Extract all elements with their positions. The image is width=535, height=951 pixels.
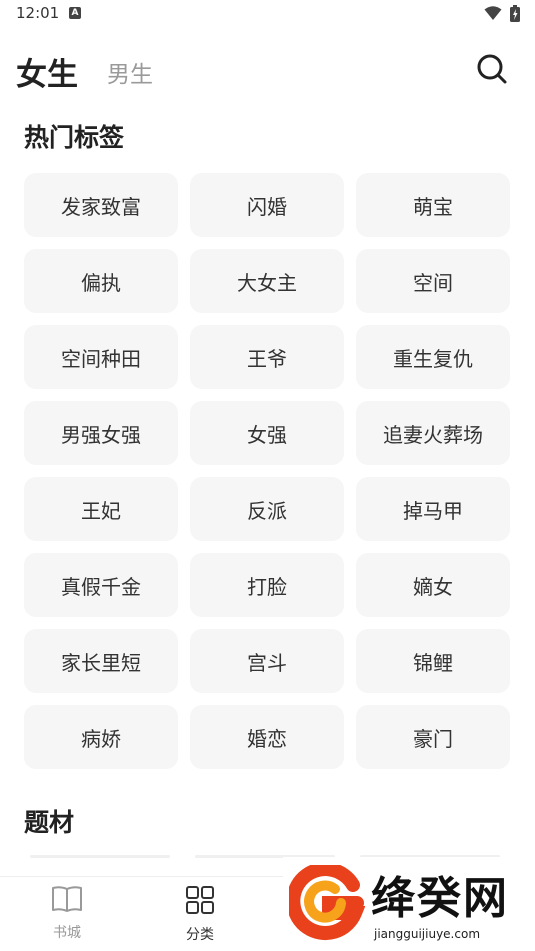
tag-item[interactable]: 重生复仇: [356, 325, 510, 389]
tag-item[interactable]: 宫斗: [190, 629, 344, 693]
tag-grid: 发家致富 闪婚 萌宝 偏执 大女主 空间 空间种田 王爷 重生复仇 男强女强 女…: [24, 173, 510, 769]
wifi-icon: [484, 6, 502, 20]
tag-item[interactable]: 打脸: [190, 553, 344, 617]
tag-item[interactable]: 大女主: [190, 249, 344, 313]
tag-item[interactable]: 掉马甲: [356, 477, 510, 541]
nav-label-bookstore: 书城: [53, 925, 81, 941]
tag-item[interactable]: 锦鲤: [356, 629, 510, 693]
nav-item-bookstore[interactable]: 书城: [27, 885, 107, 942]
section-title-topics: 题材: [24, 808, 75, 837]
tag-item[interactable]: 女强: [190, 401, 344, 465]
search-icon[interactable]: [476, 53, 508, 85]
status-bar: 12:01 A: [0, 0, 535, 28]
tag-item[interactable]: 闪婚: [190, 173, 344, 237]
battery-icon: [510, 5, 520, 22]
tag-item[interactable]: 发家致富: [24, 173, 178, 237]
tag-item[interactable]: 男强女强: [24, 401, 178, 465]
grid-icon: [186, 886, 214, 914]
nav-item-category[interactable]: 分类: [160, 885, 240, 944]
a-icon: A: [69, 7, 81, 19]
tag-item[interactable]: 王爷: [190, 325, 344, 389]
header: 女生 男生: [0, 44, 535, 96]
tab-female[interactable]: 女生: [16, 49, 78, 94]
book-icon: [52, 886, 82, 912]
tag-item[interactable]: 婚恋: [190, 705, 344, 769]
watermark-text: 绛癸网: [371, 873, 509, 924]
watermark: 绛癸网 jiangguijiuye.com: [283, 857, 535, 951]
tag-item[interactable]: 病娇: [24, 705, 178, 769]
tag-item[interactable]: 嫡女: [356, 553, 510, 617]
tag-item[interactable]: 王妃: [24, 477, 178, 541]
section-title-hot-tags: 热门标签: [24, 123, 125, 152]
tab-male[interactable]: 男生: [107, 55, 153, 89]
watermark-url: jiangguijiuye.com: [374, 927, 481, 941]
tag-item[interactable]: 真假千金: [24, 553, 178, 617]
tag-item[interactable]: 偏执: [24, 249, 178, 313]
tag-item[interactable]: 空间: [356, 249, 510, 313]
tag-item[interactable]: 家长里短: [24, 629, 178, 693]
tag-item[interactable]: 反派: [190, 477, 344, 541]
tag-item[interactable]: 空间种田: [24, 325, 178, 389]
status-time: 12:01: [16, 4, 60, 22]
tag-item[interactable]: 追妻火葬场: [356, 401, 510, 465]
tag-item[interactable]: 豪门: [356, 705, 510, 769]
topic-item[interactable]: [30, 855, 170, 858]
tag-item[interactable]: 萌宝: [356, 173, 510, 237]
nav-label-category: 分类: [186, 927, 214, 943]
watermark-logo-icon: [289, 865, 365, 941]
